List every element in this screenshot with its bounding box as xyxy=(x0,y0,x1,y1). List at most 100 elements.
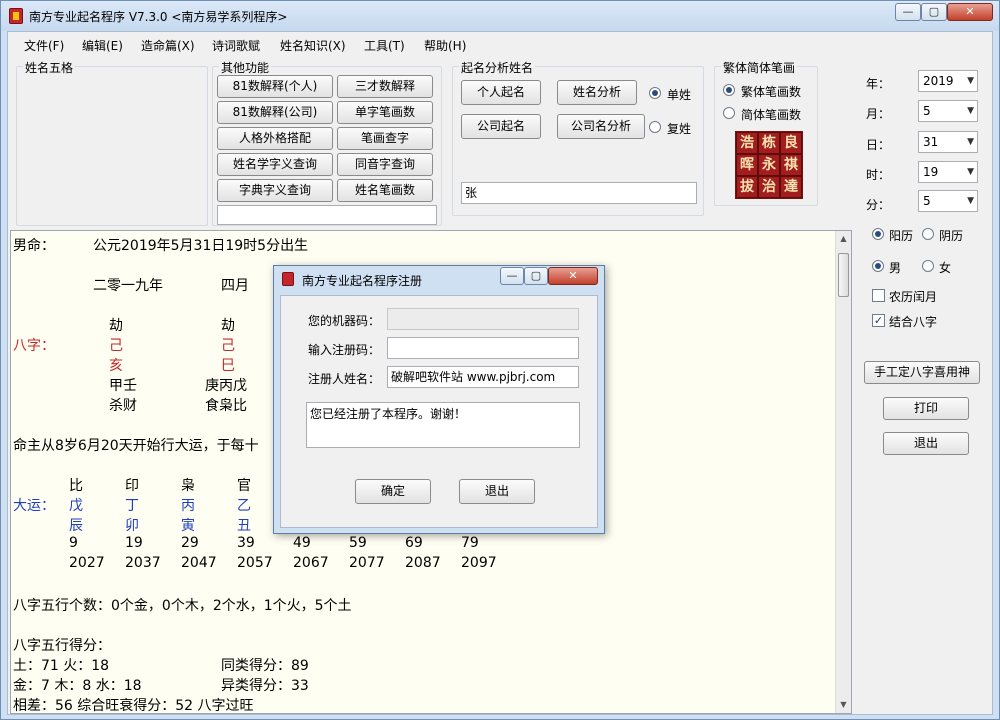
output-wuxing-count: 八字五行个数：0个金，0个木，2个水，1个火，5个土 xyxy=(13,598,352,614)
user-name-input[interactable]: 破解吧软件站 www.pjbrj.com xyxy=(387,366,579,388)
stamp-char: 栋 xyxy=(758,132,780,154)
dayun-year: 2037 xyxy=(125,555,161,571)
stamp-char: 達 xyxy=(780,176,802,198)
btn-81-company[interactable]: 81数解释(公司) xyxy=(217,101,333,124)
radio-traditional[interactable] xyxy=(723,84,735,96)
surname-input[interactable]: 张 xyxy=(461,182,697,204)
output-stem: 己 xyxy=(221,338,235,354)
output-birth: 公元2019年5月31日19时5分出生 xyxy=(93,238,309,254)
btn-name-analysis[interactable]: 姓名分析 xyxy=(557,80,637,105)
chevron-down-icon: ▼ xyxy=(967,137,974,147)
radio-male[interactable] xyxy=(872,260,884,272)
scroll-down-icon[interactable]: ▼ xyxy=(836,697,851,713)
stamp-char: 治 xyxy=(758,176,780,198)
dialog-app-icon xyxy=(282,272,294,286)
vertical-scrollbar[interactable]: ▲ ▼ xyxy=(835,231,851,713)
btn-name-meaning[interactable]: 姓名学字义查询 xyxy=(217,153,333,176)
month-select[interactable]: 5 ▼ xyxy=(918,100,978,122)
dialog-minimize-button[interactable]: — xyxy=(500,267,524,285)
dialog-maximize-button[interactable]: ▢ xyxy=(524,267,548,285)
btn-company-naming[interactable]: 公司起名 xyxy=(461,114,541,139)
btn-personal-naming[interactable]: 个人起名 xyxy=(461,80,541,105)
year-select[interactable]: 2019 ▼ xyxy=(918,70,978,92)
machine-code-label: 您的机器码： xyxy=(308,314,381,328)
btn-stroke-lookup[interactable]: 笔画查字 xyxy=(337,127,433,150)
checkbox-leap-label: 农历闰月 xyxy=(889,290,938,304)
btn-81-personal[interactable]: 81数解释(个人) xyxy=(217,75,333,98)
dialog-cancel-button[interactable]: 退出 xyxy=(459,479,535,504)
output-month: 四月 xyxy=(221,278,249,294)
other-input[interactable] xyxy=(217,205,437,225)
output-year: 二零一九年 xyxy=(93,278,163,294)
scroll-up-icon[interactable]: ▲ xyxy=(836,231,851,247)
hour-select[interactable]: 19 ▼ xyxy=(918,161,978,183)
dayun-age: 9 xyxy=(69,535,78,551)
window-title: 南方专业起名程序 V7.3.0 <南方易学系列程序> xyxy=(29,10,288,24)
radio-lunar[interactable] xyxy=(922,228,934,240)
menu-name-knowledge[interactable]: 姓名知识(X) xyxy=(280,37,346,54)
radio-female-label: 女 xyxy=(939,261,952,275)
stamp-char: 浩 xyxy=(736,132,758,154)
group-wuge-title: 姓名五格 xyxy=(23,59,76,76)
btn-exit[interactable]: 退出 xyxy=(883,432,969,455)
register-code-label: 输入注册码： xyxy=(308,343,381,357)
close-button[interactable]: ✕ xyxy=(947,3,993,21)
btn-sancai[interactable]: 三才数解释 xyxy=(337,75,433,98)
menu-poetry[interactable]: 诗词歌赋 xyxy=(212,37,260,54)
radio-single-surname[interactable] xyxy=(649,87,661,99)
stamp-char: 永 xyxy=(758,154,780,176)
calligraphy-stamp: 浩 栋 良 晖 永 祺 拔 治 達 xyxy=(735,131,803,199)
dayun-branch: 辰 xyxy=(69,518,83,534)
dayun-year: 2057 xyxy=(237,555,273,571)
radio-solar[interactable] xyxy=(872,228,884,240)
radio-single-label: 单姓 xyxy=(667,88,692,102)
title-bar[interactable]: 南方专业起名程序 V7.3.0 <南方易学系列程序> — ▢ ✕ xyxy=(1,1,999,31)
checkbox-leap-month[interactable] xyxy=(872,289,885,302)
output-hidden-stems: 甲壬 xyxy=(109,378,137,394)
scroll-thumb[interactable] xyxy=(838,253,849,297)
stamp-char: 良 xyxy=(780,132,802,154)
btn-print[interactable]: 打印 xyxy=(883,397,969,420)
btn-company-analysis[interactable]: 公司名分析 xyxy=(557,114,645,139)
minute-select[interactable]: 5 ▼ xyxy=(918,190,978,212)
radio-simplified[interactable] xyxy=(723,107,735,119)
user-name-label: 注册人姓名： xyxy=(308,372,381,386)
menu-zaoming[interactable]: 造命篇(X) xyxy=(141,37,195,54)
dayun-year: 2047 xyxy=(181,555,217,571)
maximize-button[interactable]: ▢ xyxy=(921,3,947,21)
dayun-age: 49 xyxy=(293,535,311,551)
output-dayun-start: 命主从8岁6月20天开始行大运，于每十 xyxy=(13,438,259,454)
menu-edit[interactable]: 编辑(E) xyxy=(82,37,123,54)
radio-double-label: 复姓 xyxy=(667,122,692,136)
btn-dictionary[interactable]: 字典字义查询 xyxy=(217,179,333,202)
day-value: 31 xyxy=(923,135,939,149)
machine-code-field[interactable] xyxy=(387,308,579,330)
dayun-god: 官 xyxy=(237,478,251,494)
radio-female[interactable] xyxy=(922,260,934,272)
hour-label: 时： xyxy=(866,168,891,182)
dialog-body: 您的机器码： 输入注册码： 注册人姓名： 破解吧软件站 www.pjbrj.co… xyxy=(280,295,598,528)
menu-tools[interactable]: 工具(T) xyxy=(364,37,405,54)
btn-renge-waige[interactable]: 人格外格搭配 xyxy=(217,127,333,150)
dayun-age: 59 xyxy=(349,535,367,551)
menu-file[interactable]: 文件(F) xyxy=(24,37,64,54)
output-wuxing-score-title: 八字五行得分： xyxy=(13,638,111,654)
btn-manual-bazi[interactable]: 手工定八字喜用神 xyxy=(864,361,980,384)
minimize-button[interactable]: — xyxy=(895,3,921,21)
dialog-ok-button[interactable]: 确定 xyxy=(355,479,431,504)
btn-single-char-strokes[interactable]: 单字笔画数 xyxy=(337,101,433,124)
radio-double-surname[interactable] xyxy=(649,121,661,133)
radio-traditional-label: 繁体笔画数 xyxy=(741,85,802,99)
register-code-input[interactable] xyxy=(387,337,579,359)
menu-help[interactable]: 帮助(H) xyxy=(424,37,466,54)
checkbox-combine-bazi[interactable]: ✓ xyxy=(872,314,885,327)
group-other-title: 其他功能 xyxy=(219,59,272,76)
month-value: 5 xyxy=(923,104,931,118)
dialog-close-button[interactable]: ✕ xyxy=(548,267,598,285)
radio-simplified-label: 简体笔画数 xyxy=(741,108,802,122)
btn-homophone[interactable]: 同音字查询 xyxy=(337,153,433,176)
day-select[interactable]: 31 ▼ xyxy=(918,131,978,153)
btn-name-strokes[interactable]: 姓名笔画数 xyxy=(337,179,433,202)
dayun-branch: 丑 xyxy=(237,518,251,534)
chevron-down-icon: ▼ xyxy=(967,196,974,206)
